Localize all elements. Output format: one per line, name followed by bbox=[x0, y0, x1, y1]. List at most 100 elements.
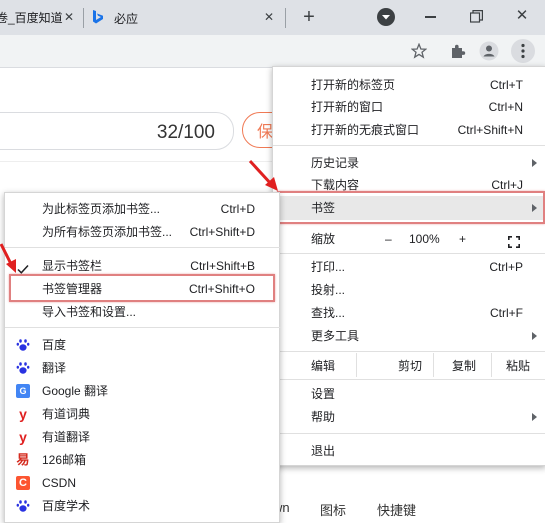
profile-icon[interactable] bbox=[479, 41, 499, 61]
bookmark-item[interactable]: 易 126邮箱 bbox=[5, 449, 281, 471]
star-icon[interactable] bbox=[409, 41, 429, 61]
edit-divider bbox=[491, 353, 492, 377]
menu-item-settings[interactable]: 设置 bbox=[273, 383, 545, 405]
tab-title: 卷_百度知道 bbox=[0, 11, 63, 25]
menu-item-downloads[interactable]: 下载内容 Ctrl+J bbox=[273, 174, 545, 191]
baidu-icon bbox=[16, 361, 30, 375]
cut-button[interactable]: 剪切 bbox=[398, 355, 422, 377]
menu-item-label: 退出 bbox=[311, 444, 336, 458]
new-tab-icon[interactable]: + bbox=[298, 6, 320, 28]
fullscreen-icon[interactable] bbox=[508, 233, 520, 248]
menu-separator bbox=[273, 351, 545, 352]
tab-strip: 卷_百度知道 ✕ 必应 ✕ + ✕ bbox=[0, 0, 545, 35]
menu-item-shortcut: Ctrl+Shift+N bbox=[457, 123, 523, 137]
tab-search-icon[interactable] bbox=[377, 8, 395, 26]
menu-item-label: 打开新的窗口 bbox=[311, 100, 384, 114]
menu-item-shortcut: Ctrl+T bbox=[490, 78, 523, 92]
bookmark-item[interactable]: G Google 翻译 bbox=[5, 380, 281, 402]
search-input[interactable]: 32/100 bbox=[0, 112, 234, 150]
page-link-icons[interactable]: 图标 bbox=[320, 500, 346, 519]
menu-item-incognito[interactable]: 打开新的无痕式窗口 Ctrl+Shift+N bbox=[273, 119, 545, 141]
bookmarks-submenu: 为此标签页添加书签... Ctrl+D 为所有标签页添加书签... Ctrl+S… bbox=[4, 192, 281, 523]
close-icon[interactable]: ✕ bbox=[262, 10, 276, 24]
menu-item-bookmark-all-tabs[interactable]: 为所有标签页添加书签... Ctrl+Shift+D bbox=[5, 221, 281, 243]
baidu-icon bbox=[16, 338, 30, 352]
page-link-shortcuts[interactable]: 快捷键 bbox=[377, 500, 416, 519]
mail126-icon: 易 bbox=[16, 452, 30, 467]
csdn-icon: C bbox=[16, 476, 30, 490]
menu-item-new-tab[interactable]: 打开新的标签页 Ctrl+T bbox=[273, 74, 545, 96]
bookmark-label: 有道词典 bbox=[42, 407, 91, 421]
bookmark-label: 百度 bbox=[42, 338, 67, 352]
bookmark-item[interactable]: 百度学术 bbox=[5, 495, 281, 517]
paste-button[interactable]: 粘贴 bbox=[506, 355, 530, 377]
menu-icon[interactable] bbox=[511, 39, 535, 63]
menu-item-shortcut: Ctrl+J bbox=[491, 178, 523, 191]
menu-item-label: 更多工具 bbox=[311, 329, 360, 343]
menu-separator bbox=[273, 433, 545, 434]
menu-item-bookmark-this-tab[interactable]: 为此标签页添加书签... Ctrl+D bbox=[5, 198, 281, 220]
menu-item-shortcut: Ctrl+P bbox=[489, 260, 523, 274]
menu-item-more-tools[interactable]: 更多工具 bbox=[273, 325, 545, 347]
bookmark-label: Google 翻译 bbox=[42, 384, 109, 398]
char-counter: 32/100 bbox=[156, 122, 215, 143]
menu-item-help[interactable]: 帮助 bbox=[273, 406, 545, 428]
submenu-arrow-icon bbox=[532, 159, 537, 167]
menu-item-label: 设置 bbox=[311, 387, 336, 401]
youdao-icon: y bbox=[19, 406, 27, 422]
close-icon[interactable]: ✕ bbox=[62, 10, 76, 24]
zoom-in-button[interactable]: + bbox=[459, 228, 466, 250]
menu-separator bbox=[273, 145, 545, 146]
submenu-arrow-icon bbox=[532, 332, 537, 340]
google-translate-icon: G bbox=[16, 384, 30, 398]
edit-divider bbox=[433, 353, 434, 377]
copy-button[interactable]: 复制 bbox=[452, 355, 476, 377]
youdao-icon: y bbox=[19, 429, 27, 445]
page-divider bbox=[0, 161, 280, 162]
zoom-value: 100% bbox=[409, 232, 440, 246]
minimize-icon[interactable] bbox=[425, 16, 436, 18]
menu-item-label: 导入书签和设置... bbox=[42, 305, 137, 319]
baidu-icon bbox=[16, 499, 30, 513]
menu-item-cast[interactable]: 投射... bbox=[273, 279, 545, 301]
tab-title: 必应 bbox=[114, 12, 139, 26]
menu-item-import-bookmarks[interactable]: 导入书签和设置... bbox=[5, 301, 281, 323]
menu-item-print[interactable]: 打印... Ctrl+P bbox=[273, 256, 545, 278]
highlight-box-bookmarks bbox=[277, 191, 545, 224]
bookmark-item[interactable]: 百度 bbox=[5, 334, 281, 356]
save-button-label: 保 bbox=[257, 124, 274, 141]
submenu-arrow-icon bbox=[532, 413, 537, 421]
menu-separator bbox=[273, 379, 545, 380]
restore-icon[interactable] bbox=[469, 10, 483, 23]
chrome-main-menu: 打开新的标签页 Ctrl+T 打开新的窗口 Ctrl+N 打开新的无痕式窗口 C… bbox=[272, 66, 545, 466]
bookmark-item[interactable]: y 有道翻译 bbox=[5, 426, 281, 448]
bookmark-label: 有道翻译 bbox=[42, 430, 91, 444]
annotation-arrow-icon bbox=[248, 158, 282, 194]
extensions-icon[interactable] bbox=[448, 41, 468, 61]
menu-item-label: 打开新的无痕式窗口 bbox=[311, 123, 420, 137]
toolbar bbox=[0, 35, 545, 68]
bookmark-item[interactable]: y 有道词典 bbox=[5, 403, 281, 425]
menu-item-label: 历史记录 bbox=[311, 156, 360, 170]
menu-item-new-window[interactable]: 打开新的窗口 Ctrl+N bbox=[273, 96, 545, 118]
bookmark-label: 126邮箱 bbox=[42, 453, 87, 467]
menu-separator bbox=[273, 253, 545, 254]
menu-item-label: 打开新的标签页 bbox=[311, 78, 396, 92]
menu-item-label: 为所有标签页添加书签... bbox=[42, 225, 173, 239]
menu-item-exit[interactable]: 退出 bbox=[273, 440, 545, 462]
menu-item-shortcut: Ctrl+Shift+D bbox=[189, 225, 255, 239]
menu-item-label: 下载内容 bbox=[311, 178, 360, 191]
bookmark-item[interactable]: C CSDN bbox=[5, 472, 281, 494]
close-window-icon[interactable]: ✕ bbox=[514, 8, 530, 24]
menu-item-find[interactable]: 查找... Ctrl+F bbox=[273, 302, 545, 324]
menu-item-history[interactable]: 历史记录 bbox=[273, 152, 545, 174]
zoom-out-button[interactable]: – bbox=[385, 228, 392, 250]
bookmark-label: 翻译 bbox=[42, 361, 67, 375]
bookmark-item[interactable]: 翻译 bbox=[5, 357, 281, 379]
menu-item-label: 查找... bbox=[311, 306, 346, 320]
menu-item-label: 缩放 bbox=[311, 232, 336, 246]
menu-item-label: 打印... bbox=[311, 260, 346, 274]
menu-item-zoom: 缩放 – 100% + bbox=[273, 228, 545, 250]
menu-item-label: 投射... bbox=[311, 283, 346, 297]
tab-bing[interactable]: 必应 bbox=[84, 0, 284, 35]
